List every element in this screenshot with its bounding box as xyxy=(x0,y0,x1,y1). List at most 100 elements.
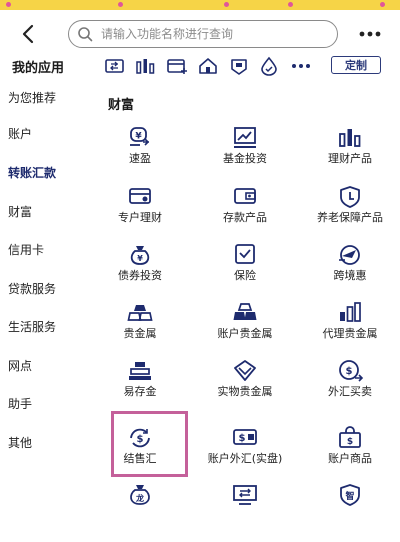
grid-item-dragon[interactable]: 龙 xyxy=(90,482,190,542)
yen-coins-icon: ¥ xyxy=(130,127,150,146)
sidebar-item-wealth[interactable]: 财富 xyxy=(8,200,90,224)
quick-app-home[interactable] xyxy=(197,56,219,76)
insurance-check-icon xyxy=(235,244,255,264)
section-title: 财富 xyxy=(108,98,135,113)
back-button[interactable] xyxy=(14,20,42,48)
decor-dot xyxy=(380,2,385,7)
grid-item-label: 外汇买卖 xyxy=(328,385,372,398)
grid-item-agency-precious-metals[interactable]: 代理贵金属 xyxy=(300,300,400,360)
shield-badge-icon xyxy=(231,59,247,75)
grid-item-suying[interactable]: ¥ 速盈 xyxy=(90,125,190,185)
sidebar-item-outlets[interactable]: 网点 xyxy=(8,354,90,378)
grid-item-label: 易存金 xyxy=(123,385,157,398)
sidebar-item-other[interactable]: 其他 xyxy=(8,431,90,455)
search-icon xyxy=(78,27,93,42)
shopping-bag-icon: $ xyxy=(339,426,361,448)
svg-text:龙: 龙 xyxy=(135,493,144,503)
svg-text:$: $ xyxy=(137,434,144,445)
top-decor-strip xyxy=(0,0,400,10)
sidebar-item-recommended[interactable]: 为您推荐 xyxy=(8,86,90,110)
gold-bars-icon xyxy=(233,303,257,320)
grid-item-label: 代理贵金属 xyxy=(322,327,378,340)
quick-app-chart[interactable] xyxy=(134,56,156,76)
sidebar-item-assistant[interactable]: 助手 xyxy=(8,392,90,416)
gold-stack-icon xyxy=(129,362,151,380)
gold-chart-icon xyxy=(340,302,361,322)
grid-item-cross-border[interactable]: 跨境惠 xyxy=(300,242,400,302)
card-plus-icon xyxy=(167,59,187,74)
grid-item-bond-investment[interactable]: ¥ 债券投资 xyxy=(90,242,190,302)
search-box[interactable] xyxy=(68,20,338,48)
quick-app-card[interactable] xyxy=(166,56,188,76)
bond-bag-icon: ¥ xyxy=(130,246,150,265)
svg-text:¥: ¥ xyxy=(137,254,143,263)
card-icon xyxy=(129,188,151,204)
sidebar-item-transfer[interactable]: 转账汇款 xyxy=(8,161,90,185)
grid-item-label: 跨境惠 xyxy=(333,269,367,282)
grid-item-deposit-products[interactable]: 存款产品 xyxy=(195,184,295,244)
grid-item-account-forex[interactable]: $ 账户外汇(实盘) xyxy=(195,425,295,485)
decor-dot xyxy=(6,2,11,7)
sidebar-item-account[interactable]: 账户 xyxy=(8,122,90,146)
grid-item-monitor[interactable] xyxy=(195,482,295,542)
grid-item-physical-precious-metals[interactable]: 实物贵金属 xyxy=(195,358,295,418)
diamond-icon xyxy=(234,360,256,381)
grid-item-account-commodities[interactable]: $ 账户商品 xyxy=(300,425,400,485)
grid-item-smart[interactable]: 智 xyxy=(300,482,400,542)
grid-item-label: 账户商品 xyxy=(328,452,372,465)
grid-item-label: 债券投资 xyxy=(118,269,162,282)
grid-item-label: 养老保障产品 xyxy=(317,211,383,224)
sidebar-item-loan[interactable]: 贷款服务 xyxy=(8,277,90,301)
svg-text:¥: ¥ xyxy=(135,132,142,142)
grid-item-pension-products[interactable]: 养老保障产品 xyxy=(300,184,400,244)
grid-item-account-precious-metals[interactable]: 账户贵金属 xyxy=(195,300,295,360)
quick-app-drop[interactable] xyxy=(258,56,280,76)
decor-dot xyxy=(288,2,293,7)
search-input[interactable] xyxy=(101,23,327,45)
dragon-bag-icon: 龙 xyxy=(130,485,150,505)
more-menu-button[interactable] xyxy=(356,22,384,46)
gold-bars-icon xyxy=(127,305,153,321)
svg-text:智: 智 xyxy=(345,490,354,502)
trend-chart-icon xyxy=(234,127,256,148)
svg-text:$: $ xyxy=(346,366,353,377)
grid-item-fx-settlement[interactable]: $ 结售汇 xyxy=(90,425,190,485)
grid-item-label: 实物贵金属 xyxy=(217,385,273,398)
wallet-icon xyxy=(234,188,256,204)
svg-text:$: $ xyxy=(239,433,246,444)
sidebar-item-life[interactable]: 生活服务 xyxy=(8,315,90,339)
grid-item-wealth-products[interactable]: 理财产品 xyxy=(300,125,400,185)
more-dots-icon xyxy=(292,64,310,68)
grid-item-forex-trading[interactable]: $ 外汇买卖 xyxy=(300,358,400,418)
grid-item-label: 账户外汇(实盘) xyxy=(207,452,283,465)
quick-app-shield[interactable] xyxy=(228,56,250,76)
grid-item-easy-gold[interactable]: 易存金 xyxy=(90,358,190,418)
decor-dot xyxy=(224,2,229,7)
quick-app-more[interactable] xyxy=(290,56,312,76)
more-dots-icon xyxy=(359,31,381,37)
top-bar xyxy=(0,12,400,54)
grid-item-dedicated-wealth[interactable]: 专户理财 xyxy=(90,184,190,244)
grid-item-label: 速盈 xyxy=(129,152,151,165)
category-sidebar: 为您推荐 账户 转账汇款 财富 信用卡 贷款服务 生活服务 网点 助手 其他 xyxy=(0,82,90,510)
grid-item-label: 存款产品 xyxy=(223,211,267,224)
grid-item-label: 保险 xyxy=(234,269,256,282)
grid-item-insurance[interactable]: 保险 xyxy=(195,242,295,302)
grid-item-label: 专户理财 xyxy=(118,211,162,224)
grid-item-label: 基金投资 xyxy=(223,152,267,165)
customize-button[interactable]: 定制 xyxy=(331,56,381,74)
wealth-section: 财富 ¥ 速盈 基金投资 理财产品 专户理财 存款产品 养老保障产品 ¥ 债券投… xyxy=(90,82,400,510)
monitor-icon xyxy=(233,485,257,505)
currency-exchange-icon: $ xyxy=(339,360,364,382)
grid-item-label: 贵金属 xyxy=(123,327,157,340)
sidebar-item-credit-card[interactable]: 信用卡 xyxy=(8,238,90,262)
grid-item-label: 结售汇 xyxy=(123,452,157,465)
grid-item-precious-metals[interactable]: 贵金属 xyxy=(90,300,190,360)
wallet-transfer-icon xyxy=(105,59,124,73)
chevron-left-icon xyxy=(22,24,34,44)
my-apps-title: 我的应用 xyxy=(12,61,65,76)
decor-dot xyxy=(118,2,123,7)
my-apps-row: 我的应用 定制 xyxy=(0,54,400,78)
grid-item-fund-investment[interactable]: 基金投资 xyxy=(195,125,295,185)
quick-app-transfer[interactable] xyxy=(104,56,126,76)
